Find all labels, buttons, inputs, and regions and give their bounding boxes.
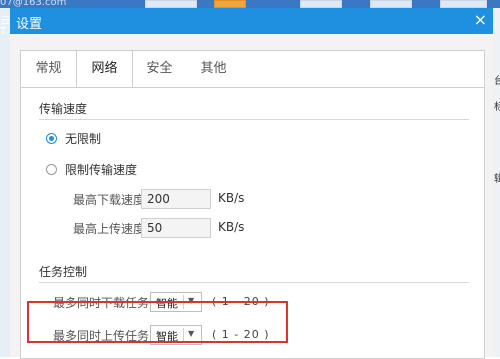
background-left-panel [0,8,10,357]
download-speed-unit: KB/s [218,191,245,205]
tab-general[interactable]: 常规 [21,51,76,88]
tab-security[interactable]: 安全 [133,51,186,88]
max-download-speed-input[interactable]: 200 [141,189,211,209]
dialog-titlebar[interactable]: 设置 × [10,8,493,34]
background-left-text: T [0,26,7,37]
tab-network[interactable]: 网络 [76,51,133,90]
background-right-text: 台 [494,76,500,87]
max-upload-speed-input[interactable]: 50 [141,218,211,238]
max-download-speed-label: 最高下载速度 [73,193,146,207]
task-control-section-title: 任务控制 [39,265,88,279]
max-upload-speed-label: 最高上传速度 [73,222,146,236]
tab-other[interactable]: 其他 [186,51,241,88]
limit-speed-radio[interactable] [46,164,57,175]
background-thumbnail [370,0,412,8]
background-thumbnail [214,0,246,8]
highlight-annotation-box [27,301,288,343]
background-left-text: 云 [0,16,10,27]
section-divider [39,282,469,283]
background-email-text: 07@163.com [0,0,67,8]
background-right-text: 标 [494,102,500,113]
upload-speed-unit: KB/s [218,220,245,234]
limit-speed-label: 限制传输速度 [65,163,138,177]
dialog-title: 设置 [16,17,43,32]
section-divider [39,119,469,120]
background-thumbnail [300,0,342,8]
close-button[interactable]: × [474,10,487,30]
tab-bar: 常规 网络 安全 其他 [20,50,485,90]
unlimited-speed-label: 无限制 [65,132,102,146]
transfer-speed-section-title: 传输速度 [39,102,88,116]
unlimited-speed-radio[interactable] [46,133,57,144]
background-right-text: 辑 [494,174,500,185]
background-top-strip [0,0,500,8]
background-thumbnail [145,0,197,8]
background-thumbnail [440,0,487,8]
